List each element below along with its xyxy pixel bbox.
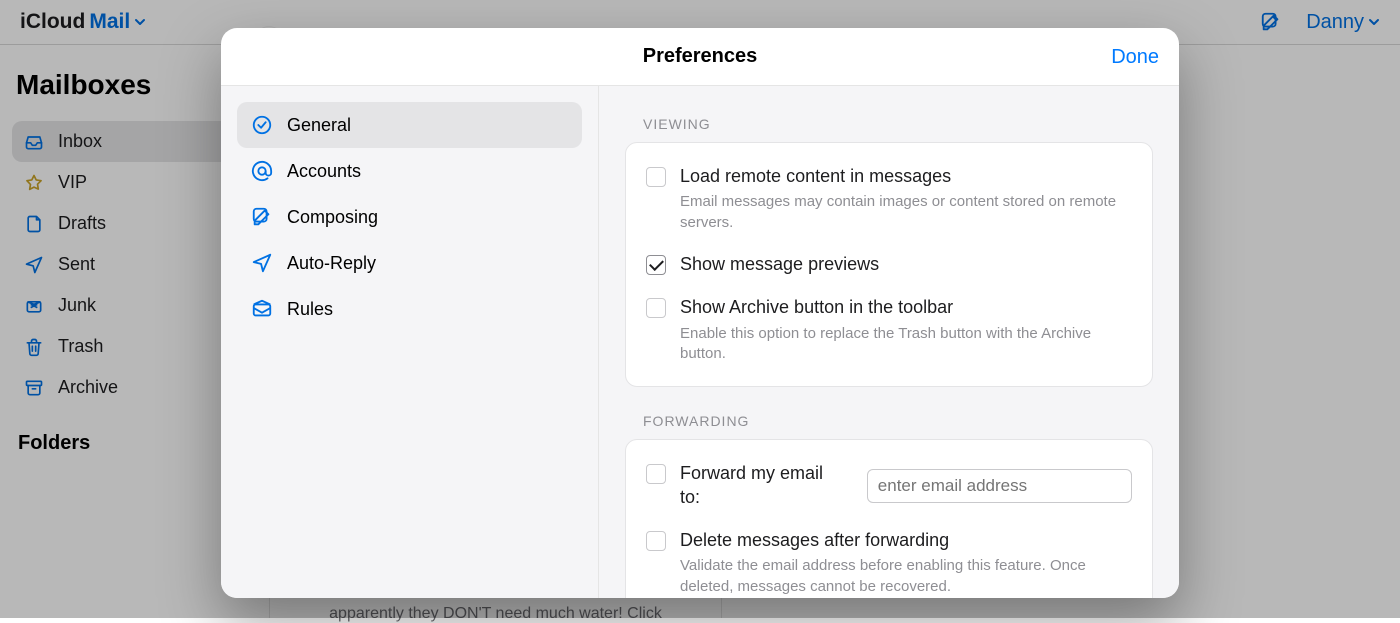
nav-item-label: Rules (287, 299, 333, 320)
done-button[interactable]: Done (1111, 28, 1159, 86)
checkbox-show-archive[interactable] (646, 298, 666, 318)
checkbox-load-remote[interactable] (646, 167, 666, 187)
checkbox-delete-after-forward[interactable] (646, 531, 666, 551)
nav-item-rules[interactable]: Rules (237, 286, 582, 332)
setting-delete-after-forward: Delete messages after forwarding Validat… (646, 519, 1132, 598)
section-header-forwarding: FORWARDING (625, 407, 1153, 439)
viewing-card: Load remote content in messages Email me… (625, 142, 1153, 387)
nav-item-composing[interactable]: Composing (237, 194, 582, 240)
setting-label: Show Archive button in the toolbar (680, 296, 1132, 319)
preferences-nav: General Accounts Composing (221, 86, 599, 598)
nav-item-label: Auto-Reply (287, 253, 376, 274)
setting-show-previews: Show message previews (646, 243, 1132, 286)
forwarding-card: Forward my email to: Delete messages aft… (625, 439, 1153, 598)
nav-item-autoreply[interactable]: Auto-Reply (237, 240, 582, 286)
setting-show-archive: Show Archive button in the toolbar Enabl… (646, 286, 1132, 374)
forward-email-input[interactable] (867, 469, 1132, 503)
section-header-viewing: VIEWING (625, 110, 1153, 142)
modal-overlay[interactable]: Preferences Done General Accounts (0, 0, 1400, 618)
setting-forward-email: Forward my email to: (646, 452, 1132, 519)
setting-desc: Enable this option to replace the Trash … (680, 324, 1132, 365)
modal-title: Preferences (643, 45, 758, 68)
setting-label: Forward my email to: (680, 462, 845, 509)
nav-item-label: Composing (287, 207, 378, 228)
setting-load-remote: Load remote content in messages Email me… (646, 155, 1132, 243)
compose-icon (251, 206, 273, 228)
nav-item-accounts[interactable]: Accounts (237, 148, 582, 194)
checkbox-forward-email[interactable] (646, 464, 666, 484)
at-icon (251, 160, 273, 182)
modal-header: Preferences Done (221, 28, 1179, 86)
setting-label: Delete messages after forwarding (680, 529, 1132, 552)
preferences-modal: Preferences Done General Accounts (221, 28, 1179, 598)
nav-item-general[interactable]: General (237, 102, 582, 148)
preferences-content: VIEWING Load remote content in messages … (599, 86, 1179, 598)
plane-icon (251, 252, 273, 274)
rules-icon (251, 298, 273, 320)
nav-item-label: Accounts (287, 161, 361, 182)
check-circle-icon (251, 114, 273, 136)
nav-item-label: General (287, 115, 351, 136)
setting-desc: Email messages may contain images or con… (680, 192, 1132, 233)
setting-label: Show message previews (680, 253, 1132, 276)
checkbox-show-previews[interactable] (646, 255, 666, 275)
setting-label: Load remote content in messages (680, 165, 1132, 188)
setting-desc: Validate the email address before enabli… (680, 556, 1132, 597)
